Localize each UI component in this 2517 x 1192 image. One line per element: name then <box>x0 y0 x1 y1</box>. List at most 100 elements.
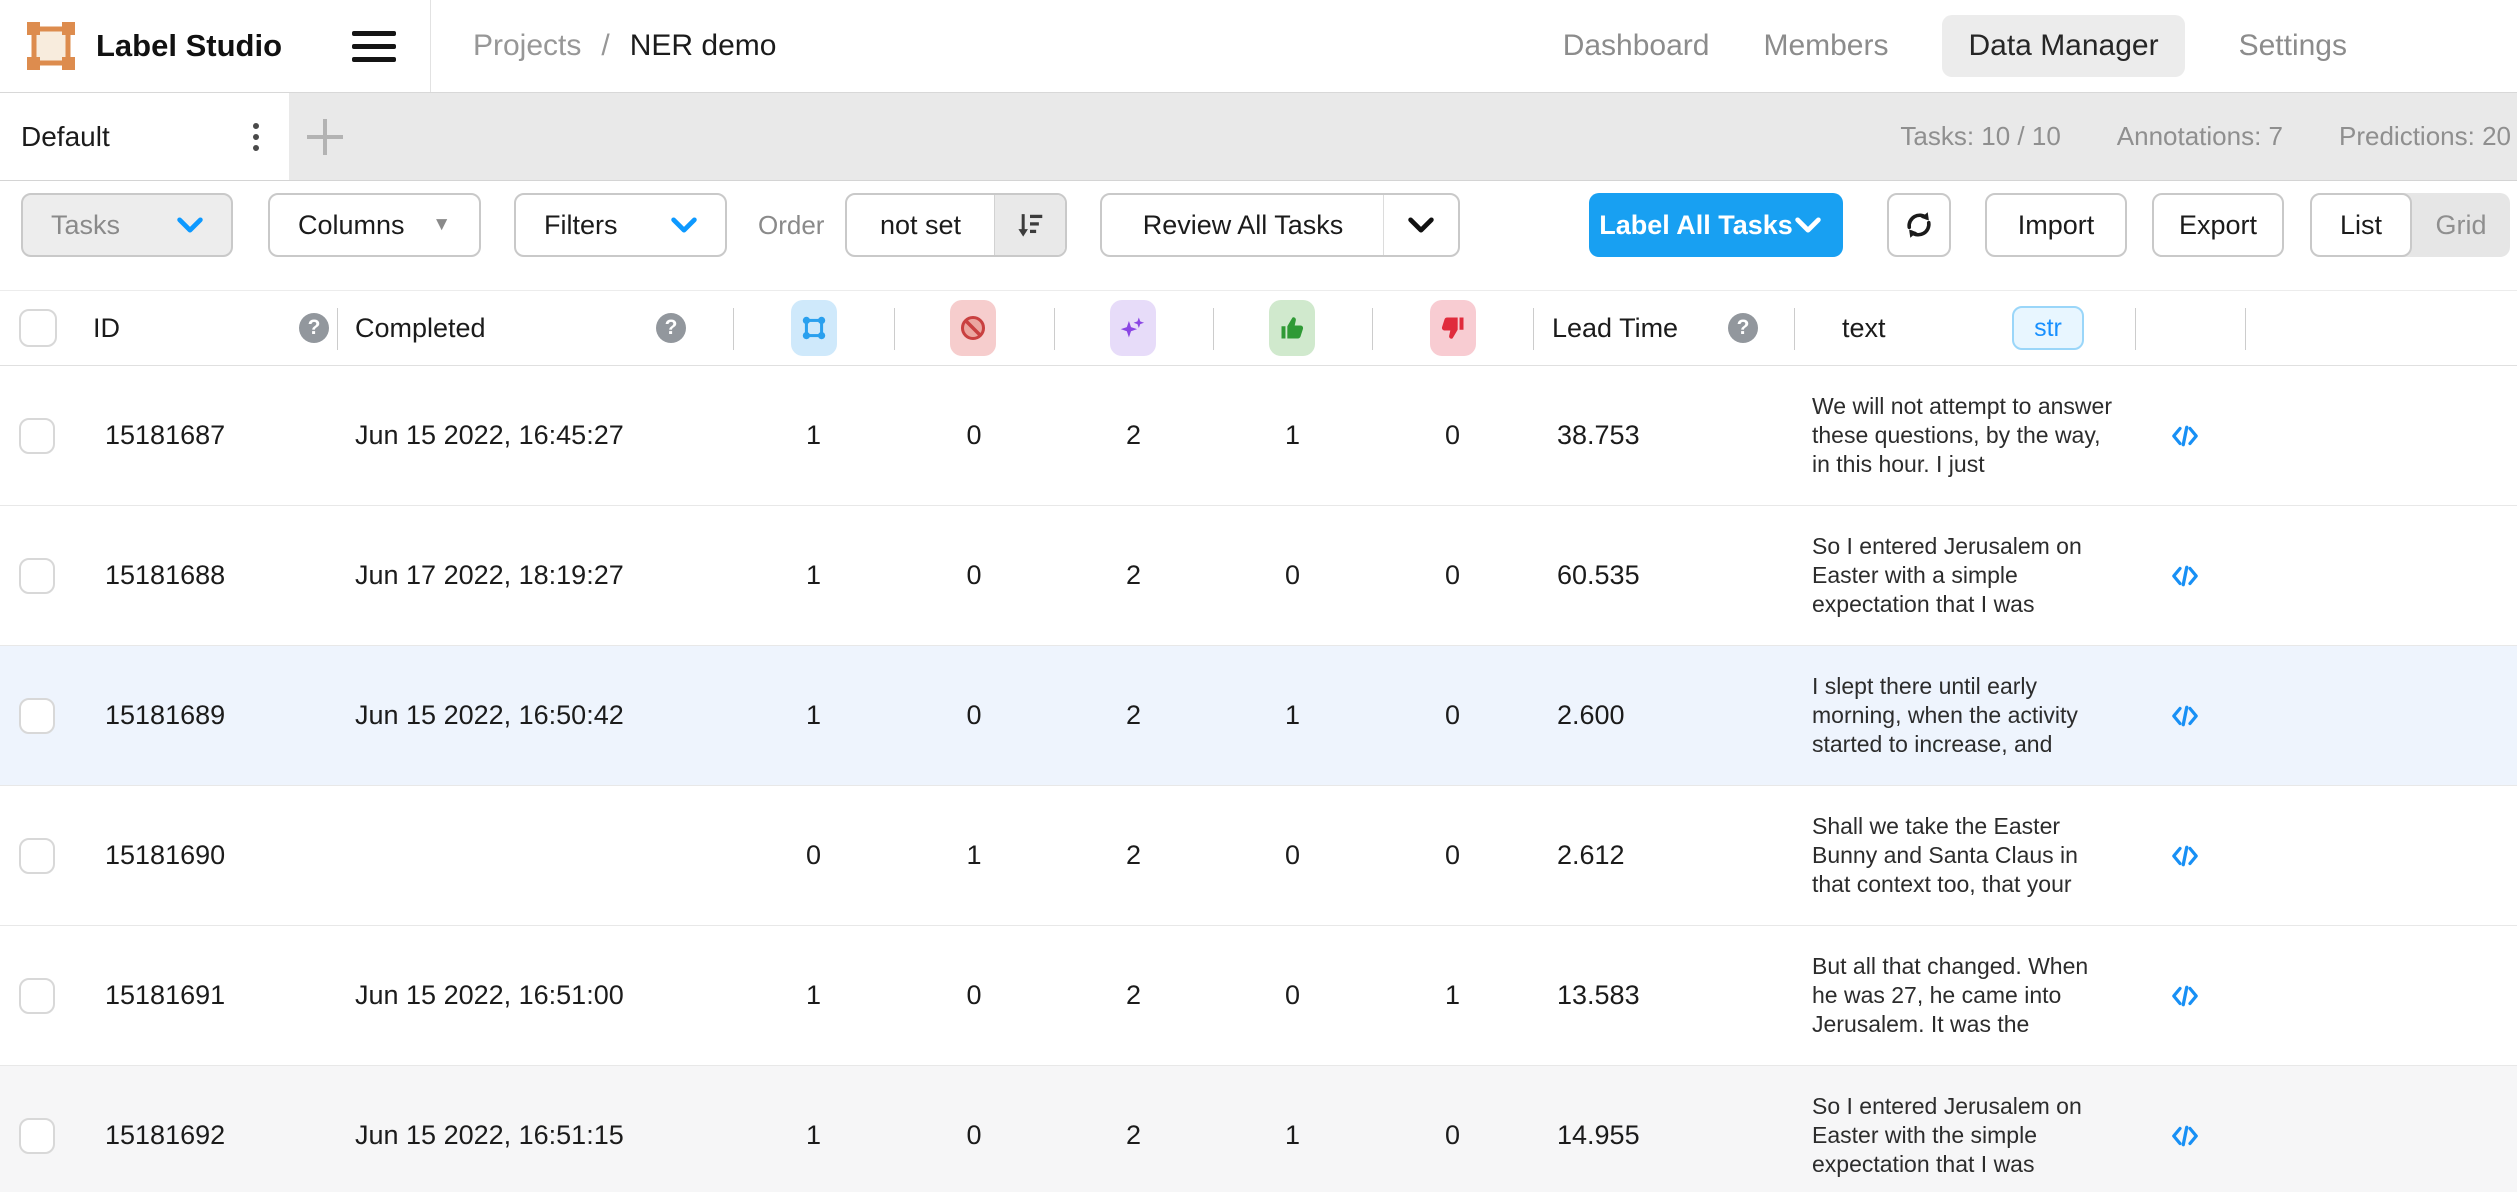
code-icon <box>2166 561 2204 591</box>
task-table: 15181687 Jun 15 2022, 16:45:27 1 0 2 1 0… <box>0 366 2517 1192</box>
cancelled-count: 0 <box>894 1066 1054 1192</box>
column-header-text[interactable]: text <box>1842 291 1886 365</box>
table-header: ID ? Completed ? <box>0 290 2517 366</box>
cancelled-count: 1 <box>894 786 1054 925</box>
add-tab-button[interactable] <box>289 93 361 180</box>
review-all-tasks-button[interactable]: Review All Tasks <box>1100 193 1460 257</box>
column-divider <box>1372 308 1373 350</box>
cancelled-annotations-column-icon[interactable] <box>950 300 996 356</box>
code-icon <box>2166 701 2204 731</box>
row-checkbox[interactable] <box>19 978 55 1014</box>
column-divider <box>337 308 338 350</box>
table-row[interactable]: 15181689 Jun 15 2022, 16:50:42 1 0 2 1 0… <box>0 646 2517 786</box>
predictions-count: 2 <box>1054 506 1213 645</box>
table-row[interactable]: 15181690 0 1 2 0 0 2.612 Shall we take t… <box>0 786 2517 926</box>
source-view-button[interactable] <box>2158 366 2212 505</box>
help-icon[interactable]: ? <box>1728 313 1758 343</box>
select-all-checkbox[interactable] <box>19 309 57 347</box>
top-nav: Dashboard Members Data Manager Settings <box>1563 15 2517 77</box>
tasks-dropdown[interactable]: Tasks <box>21 193 233 257</box>
column-divider <box>1533 308 1534 350</box>
order-value: not set <box>847 210 994 241</box>
column-divider <box>1054 308 1055 350</box>
sort-direction-button[interactable] <box>994 195 1065 255</box>
rejected-count: 1 <box>1372 926 1533 1065</box>
annotations-count: 1 <box>733 1066 894 1192</box>
row-checkbox[interactable] <box>19 1118 55 1154</box>
predictions-count: 2 <box>1054 366 1213 505</box>
top-header: Label Studio Projects / NER demo Dashboa… <box>0 0 2517 93</box>
columns-dropdown[interactable]: Columns ▼ <box>268 193 481 257</box>
source-view-button[interactable] <box>2158 506 2212 645</box>
accepted-count: 0 <box>1213 926 1372 1065</box>
table-row[interactable]: 15181691 Jun 15 2022, 16:51:00 1 0 2 0 1… <box>0 926 2517 1066</box>
completed-date: Jun 15 2022, 16:45:27 <box>355 366 624 505</box>
breadcrumb-projects[interactable]: Projects <box>473 29 581 63</box>
import-button[interactable]: Import <box>1985 193 2127 257</box>
predictions-column-icon[interactable] <box>1110 300 1156 356</box>
nav-dashboard[interactable]: Dashboard <box>1563 29 1710 63</box>
filters-dropdown[interactable]: Filters <box>514 193 727 257</box>
rejected-column-icon[interactable] <box>1430 300 1476 356</box>
tab-default[interactable]: Default <box>0 93 289 180</box>
source-view-button[interactable] <box>2158 646 2212 785</box>
column-header-lead-time[interactable]: Lead Time <box>1552 291 1678 365</box>
view-grid-button[interactable]: Grid <box>2412 193 2510 257</box>
accepted-count: 0 <box>1213 506 1372 645</box>
column-divider <box>894 308 895 350</box>
label-all-tasks-button[interactable]: Label All Tasks <box>1589 193 1843 257</box>
row-checkbox[interactable] <box>19 698 55 734</box>
source-view-button[interactable] <box>2158 786 2212 925</box>
task-id: 15181688 <box>105 506 225 645</box>
accepted-count: 1 <box>1213 366 1372 505</box>
accepted-column-icon[interactable] <box>1269 300 1315 356</box>
column-header-completed[interactable]: Completed <box>355 291 486 365</box>
lead-time-value: 60.535 <box>1557 506 1640 645</box>
source-view-button[interactable] <box>2158 926 2212 1065</box>
order-label: Order <box>758 181 824 269</box>
order-value-button[interactable]: not set <box>845 193 1067 257</box>
completed-date: Jun 15 2022, 16:51:00 <box>355 926 624 1065</box>
lead-time-value: 2.600 <box>1557 646 1625 785</box>
task-text-snippet: I slept there until early morning, when … <box>1812 646 2112 785</box>
predictions-count: 2 <box>1054 646 1213 785</box>
menu-icon[interactable] <box>352 31 396 62</box>
column-header-id[interactable]: ID <box>93 291 120 365</box>
review-dropdown-toggle[interactable] <box>1383 195 1458 255</box>
nav-members[interactable]: Members <box>1763 29 1888 63</box>
row-checkbox[interactable] <box>19 558 55 594</box>
filters-dropdown-label: Filters <box>544 210 618 241</box>
view-list-button[interactable]: List <box>2310 193 2412 257</box>
export-button[interactable]: Export <box>2152 193 2284 257</box>
help-icon[interactable]: ? <box>656 313 686 343</box>
row-checkbox[interactable] <box>19 838 55 874</box>
tab-options-icon[interactable] <box>253 123 259 151</box>
chevron-down-icon <box>177 217 203 233</box>
refresh-button[interactable] <box>1887 193 1951 257</box>
predictions-count: 2 <box>1054 786 1213 925</box>
table-row[interactable]: 15181687 Jun 15 2022, 16:45:27 1 0 2 1 0… <box>0 366 2517 506</box>
table-row[interactable]: 15181688 Jun 17 2022, 18:19:27 1 0 2 0 0… <box>0 506 2517 646</box>
help-icon[interactable]: ? <box>299 313 329 343</box>
annotations-count: 0 <box>733 786 894 925</box>
chevron-down-icon <box>671 217 697 233</box>
source-view-button[interactable] <box>2158 1066 2212 1192</box>
row-checkbox[interactable] <box>19 418 55 454</box>
task-text-snippet: But all that changed. When he was 27, he… <box>1812 926 2112 1065</box>
task-id: 15181690 <box>105 786 225 925</box>
project-stats: Tasks: 10 / 10 Annotations: 7 Prediction… <box>1900 93 2517 180</box>
table-row[interactable]: 15181692 Jun 15 2022, 16:51:15 1 0 2 1 0… <box>0 1066 2517 1192</box>
task-text-snippet: Shall we take the Easter Bunny and Santa… <box>1812 786 2112 925</box>
cancelled-count: 0 <box>894 366 1054 505</box>
lead-time-value: 13.583 <box>1557 926 1640 1065</box>
annotations-column-icon[interactable] <box>791 300 837 356</box>
task-id: 15181687 <box>105 366 225 505</box>
predictions-count: 2 <box>1054 926 1213 1065</box>
nav-settings[interactable]: Settings <box>2239 29 2347 63</box>
header-divider <box>430 0 431 92</box>
nav-data-manager[interactable]: Data Manager <box>1942 15 2184 77</box>
column-divider <box>1213 308 1214 350</box>
sort-descending-icon <box>1015 210 1045 240</box>
label-studio-logo-icon <box>26 21 76 71</box>
annotations-count: 1 <box>733 646 894 785</box>
